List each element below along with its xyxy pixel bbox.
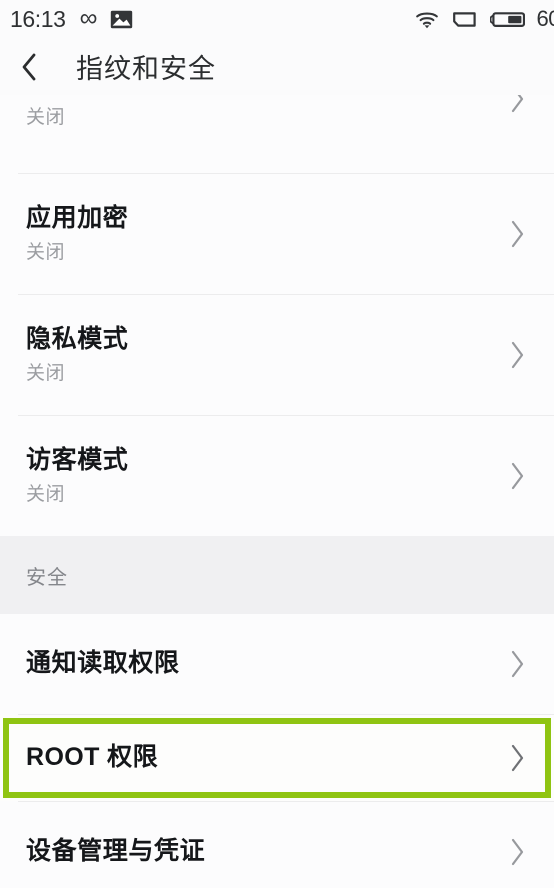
status-bar-right: 60 (415, 8, 554, 30)
section-header-label: 安全 (26, 566, 68, 589)
list-item-title: 访客模式 (26, 446, 129, 475)
list-item-notification-access[interactable]: 通知读取权限 (0, 614, 554, 714)
chevron-right-icon (508, 647, 528, 681)
row-texts: 关闭锁定屏 关闭 (26, 95, 494, 128)
list-item-title: 通知读取权限 (26, 649, 180, 678)
row-texts: 访客模式 关闭 (26, 446, 494, 505)
list-item-title: ROOT 权限 (26, 743, 158, 772)
list-item-device-admin[interactable]: 设备管理与凭证 (0, 802, 554, 888)
chevron-right-icon (508, 95, 528, 116)
chevron-left-icon (20, 52, 38, 82)
root-permission-wrapper: ROOT 权限 (0, 715, 554, 801)
back-button[interactable] (20, 47, 54, 87)
list-item-clipped[interactable]: 关闭锁定屏 关闭 (0, 95, 554, 173)
status-bar-left: 16:13 ∞ (10, 3, 133, 32)
phone-screen: 16:13 ∞ 6 指纹和安全 关闭 应用加密 关闭 隐私模式 关闭 访客模式 … (0, 0, 554, 888)
list-item-title: 隐私模式 (26, 325, 129, 354)
status-bar-clock: 16:13 (10, 5, 66, 32)
app-bar: 指纹和安全 (0, 38, 554, 95)
section-header-security: 安全 (0, 536, 554, 614)
list-item-guest-mode[interactable]: 访客模式 关闭 (0, 416, 554, 536)
sim-card-icon (452, 10, 477, 29)
battery-percentage: 60 (536, 6, 554, 31)
infinity-icon: ∞ (79, 3, 98, 32)
row-texts: 隐私模式 关闭 (26, 325, 494, 384)
list-item-title: 关闭锁定屏 (26, 95, 494, 99)
list-item-subtitle: 关闭 (26, 483, 66, 505)
row-texts: 通知读取权限 (26, 649, 494, 679)
list-item-root-permission[interactable]: ROOT 权限 (0, 715, 554, 801)
row-texts: 应用加密 关闭 (26, 204, 494, 263)
list-item-title: 设备管理与凭证 (26, 837, 206, 866)
list-item-app-encryption[interactable]: 应用加密 关闭 (0, 174, 554, 294)
status-bar: 16:13 ∞ 6 (0, 0, 554, 38)
chevron-right-icon (508, 217, 528, 251)
page-title: 指纹和安全 (76, 54, 216, 84)
list-item-title: 应用加密 (26, 204, 129, 233)
list-item-subtitle: 关闭 (26, 106, 66, 128)
chevron-right-icon (508, 741, 528, 775)
chevron-right-icon (508, 338, 528, 372)
chevron-right-icon (508, 459, 528, 493)
list-item-privacy-mode[interactable]: 隐私模式 关闭 (0, 295, 554, 415)
photo-icon (110, 10, 133, 29)
settings-list: 关闭锁定屏 关闭 应用加密 关闭 (0, 95, 554, 888)
row-texts: ROOT 权限 (26, 743, 494, 773)
chevron-right-icon (508, 835, 528, 869)
list-item-subtitle: 关闭 (26, 241, 66, 263)
battery-icon (489, 10, 525, 29)
row-texts: 设备管理与凭证 (26, 837, 494, 867)
list-item-subtitle: 关闭 (26, 362, 66, 384)
wifi-icon (415, 10, 439, 29)
